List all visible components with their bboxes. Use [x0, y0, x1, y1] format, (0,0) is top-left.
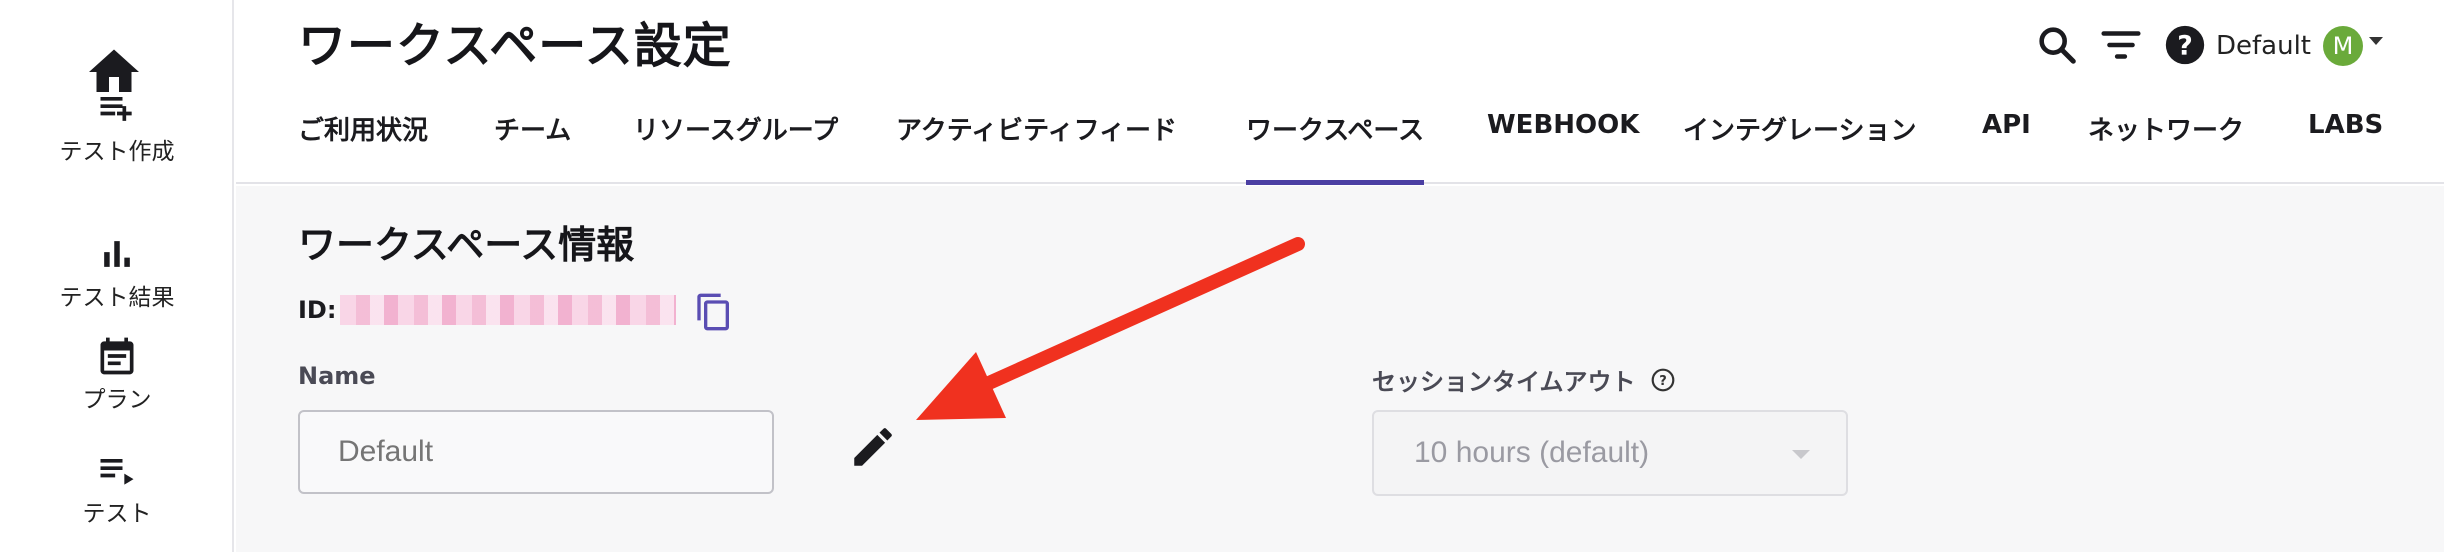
tab-api[interactable]: API: [1982, 104, 2031, 184]
header: ワークスペース設定 ? Default M ご利用状況 チーム リソースグループ…: [236, 0, 2444, 185]
search-icon[interactable]: [2034, 22, 2080, 68]
id-label: ID:: [298, 296, 337, 324]
session-timeout-label-row: セッションタイムアウト ?: [1372, 362, 1676, 397]
calendar-icon: [100, 337, 134, 375]
annotation-arrow: [916, 237, 1305, 420]
playlist-add-icon: [100, 97, 132, 121]
page-title: ワークスペース設定: [298, 18, 732, 74]
tab-team[interactable]: チーム: [494, 104, 571, 184]
workspace-id-value: [340, 295, 677, 325]
tab-labs[interactable]: LABS: [2308, 104, 2383, 184]
name-label: Name: [298, 362, 376, 390]
tab-bar: ご利用状況 チーム リソースグループ アクティビティフィード ワークスペース W…: [236, 104, 2444, 185]
avatar: M: [2323, 26, 2363, 66]
sidebar-item-label: テスト: [82, 501, 152, 527]
tab-activity-feed[interactable]: アクティビティフィード: [896, 104, 1177, 184]
workspace-selector[interactable]: Default M: [2216, 24, 2383, 68]
tab-webhook[interactable]: WEBHOOK: [1487, 104, 1639, 184]
sidebar-item-test-results[interactable]: テスト結果: [0, 232, 234, 312]
workspace-id-row: ID:: [298, 292, 677, 328]
tab-resource-groups[interactable]: リソースグループ: [633, 104, 838, 184]
sidebar-item-create-test[interactable]: テスト作成: [0, 86, 234, 166]
bar-chart-icon: [104, 241, 130, 267]
sidebar-item-tests[interactable]: テスト: [0, 448, 234, 528]
playlist-play-icon: [100, 459, 134, 485]
workspace-info-panel: ワークスペース情報 ID: Name セッションタイムアウト ? 10 hour…: [236, 186, 2444, 552]
sidebar-item-label: テスト作成: [59, 139, 175, 165]
filter-icon[interactable]: [2098, 22, 2144, 68]
name-input[interactable]: [298, 410, 774, 494]
session-timeout-label: セッションタイムアウト: [1372, 368, 1636, 396]
copy-icon[interactable]: [694, 290, 734, 334]
help-icon[interactable]: ?: [2162, 22, 2208, 68]
svg-text:?: ?: [2177, 31, 2193, 62]
tab-usage[interactable]: ご利用状況: [298, 104, 428, 184]
tab-network[interactable]: ネットワーク: [2088, 104, 2244, 184]
sidebar-item-label: テスト結果: [59, 285, 175, 311]
section-title: ワークスペース情報: [298, 223, 635, 267]
session-timeout-select[interactable]: 10 hours (default): [1372, 410, 1848, 496]
svg-text:?: ?: [1659, 373, 1667, 388]
tab-integration[interactable]: インテグレーション: [1683, 104, 1916, 184]
sidebar: テスト作成 テスト結果 プラン テスト: [0, 0, 234, 552]
sidebar-item-plans[interactable]: プラン: [0, 334, 234, 414]
caret-down-icon: [2369, 37, 2383, 45]
sidebar-item-label: プラン: [82, 387, 152, 413]
tab-workspace[interactable]: ワークスペース: [1246, 104, 1425, 185]
workspace-name: Default: [2216, 31, 2311, 61]
dropdown-arrow-icon: [1792, 450, 1810, 459]
header-toolbar: ? Default M: [1844, 16, 2444, 76]
help-circle-icon[interactable]: ?: [1650, 367, 1676, 393]
session-timeout-value: 10 hours (default): [1414, 436, 1650, 469]
